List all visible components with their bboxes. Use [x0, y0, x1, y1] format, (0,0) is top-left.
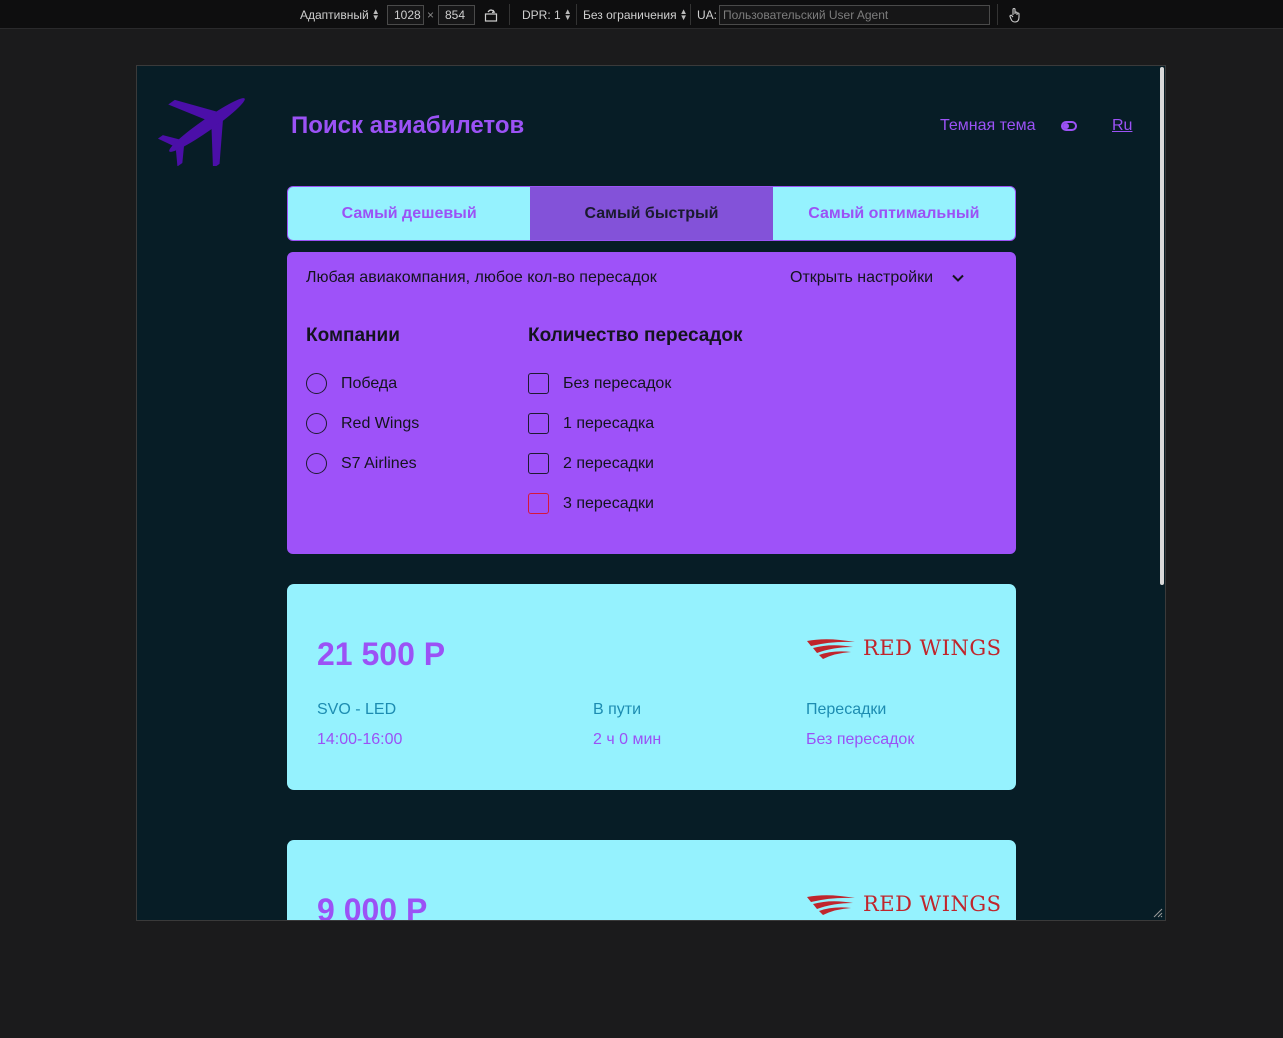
transfers-value: Без пересадок — [806, 731, 915, 748]
open-settings-button[interactable]: Открыть настройки — [790, 269, 965, 287]
device-toolbar: Адаптивный ▲ ▼ 1028 × 854 DPR: 1 ▲ ▼ Без о… — [0, 0, 1283, 29]
ticket-card[interactable]: 21 500 Р RED WINGS SVO - LED 14:00-16:00… — [287, 584, 1016, 790]
airline-name: RED WINGS — [863, 636, 1002, 660]
user-agent-input[interactable]: Пользовательский User Agent — [719, 4, 990, 25]
company-label: S7 Airlines — [341, 454, 417, 472]
company-label: Red Wings — [341, 414, 420, 432]
tab-optimal[interactable]: Самый оптимальный — [773, 187, 1015, 240]
ua-label: UA: — [697, 7, 718, 22]
duration-label: В пути — [593, 701, 642, 718]
checkbox[interactable] — [528, 413, 549, 434]
transfer-option-none[interactable]: Без пересадок — [528, 373, 671, 394]
company-option-red-wings[interactable]: Red Wings — [306, 413, 419, 434]
route-time: 14:00-16:00 — [317, 731, 403, 748]
transfer-label: Без пересадок — [563, 374, 672, 392]
language-link[interactable]: Ru — [1112, 117, 1132, 135]
company-option-pobeda[interactable]: Победа — [306, 373, 397, 394]
resize-grip-icon[interactable] — [1151, 906, 1163, 918]
touch-hand-icon[interactable] — [1008, 0, 1022, 29]
page-scrollbar[interactable] — [1160, 67, 1164, 585]
ticket-price: 9 000 Р — [317, 892, 428, 921]
radio-button[interactable] — [306, 373, 327, 394]
airline-name: RED WINGS — [863, 892, 1002, 916]
rotate-icon[interactable] — [484, 0, 498, 29]
select-arrows-icon: ▲ ▼ — [679, 6, 688, 22]
page-title: Поиск авиабилетов — [291, 112, 525, 139]
throttle-select[interactable]: Без ограничения ▲ ▼ — [583, 0, 688, 29]
theme-label: Темная тема — [940, 117, 1036, 134]
route-label: SVO - LED — [317, 701, 397, 718]
filters-panel: Любая авиакомпания, любое кол-во пересад… — [287, 252, 1016, 554]
select-arrows-icon: ▲ ▼ — [563, 6, 572, 22]
company-label: Победа — [341, 374, 398, 392]
select-arrows-icon: ▲ ▼ — [371, 6, 380, 22]
checkbox[interactable] — [528, 373, 549, 394]
sort-tabs: Самый дешевый Самый быстрый Самый оптима… — [287, 186, 1016, 241]
transfer-label: 1 пересадка — [563, 414, 655, 432]
open-settings-label: Открыть настройки — [790, 269, 934, 286]
transfer-option-1[interactable]: 1 пересадка — [528, 413, 654, 434]
tab-fastest[interactable]: Самый быстрый — [530, 187, 773, 240]
filters-summary: Любая авиакомпания, любое кол-во пересад… — [306, 269, 657, 286]
dpr-select[interactable]: DPR: 1 ▲ ▼ — [522, 0, 572, 29]
height-input[interactable]: 854 — [438, 4, 475, 25]
companies-heading: Компании — [306, 325, 400, 346]
transfer-option-3[interactable]: 3 пересадки — [528, 493, 654, 514]
ticket-card[interactable]: 9 000 Р RED WINGS — [287, 840, 1016, 921]
page-viewport: Поиск авиабилетов Темная тема Ru Самый д… — [136, 65, 1166, 921]
theme-toggle[interactable] — [1061, 121, 1077, 131]
airline-logo: RED WINGS — [807, 892, 1002, 916]
radio-button[interactable] — [306, 413, 327, 434]
chevron-down-icon — [952, 274, 964, 282]
airplane-logo-icon — [157, 98, 245, 166]
duration-value: 2 ч 0 мин — [593, 731, 662, 748]
times-sign: × — [427, 7, 435, 22]
red-wings-wing-icon — [807, 895, 855, 915]
red-wings-wing-icon — [807, 639, 855, 659]
throttle-label: Без ограничения — [583, 7, 677, 22]
transfer-option-2[interactable]: 2 пересадки — [528, 453, 654, 474]
device-mode-select[interactable]: Адаптивный ▲ ▼ — [300, 0, 380, 29]
device-mode-label: Адаптивный — [300, 7, 369, 22]
width-input[interactable]: 1028 — [387, 4, 424, 25]
transfers-heading: Количество пересадок — [528, 325, 743, 346]
transfer-label: 3 пересадки — [563, 494, 654, 512]
checkbox[interactable] — [528, 453, 549, 474]
company-option-s7[interactable]: S7 Airlines — [306, 453, 417, 474]
transfer-label: 2 пересадки — [563, 454, 654, 472]
tab-cheapest[interactable]: Самый дешевый — [288, 187, 530, 240]
ticket-price: 21 500 Р — [317, 636, 446, 672]
airline-logo: RED WINGS — [807, 636, 1002, 660]
transfers-label: Пересадки — [806, 701, 887, 718]
radio-button[interactable] — [306, 453, 327, 474]
dpr-label: DPR: 1 — [522, 7, 561, 22]
checkbox[interactable] — [528, 493, 549, 514]
